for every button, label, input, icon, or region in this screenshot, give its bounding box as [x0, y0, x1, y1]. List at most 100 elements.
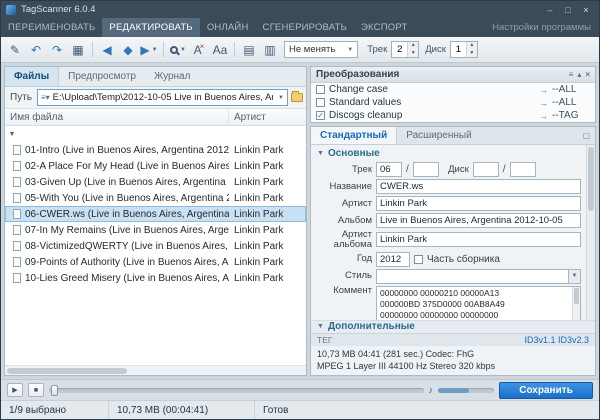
- table-row[interactable]: 08-VictimizedQWERTY (Live in Buenos Aire…: [5, 238, 306, 254]
- checkbox-checked[interactable]: ✓: [316, 111, 325, 120]
- columns-button[interactable]: ▦: [68, 40, 88, 60]
- tab-log[interactable]: Журнал: [145, 67, 200, 86]
- search-button[interactable]: ▼: [168, 40, 188, 60]
- vertical-scrollbar[interactable]: [586, 145, 595, 320]
- play-button[interactable]: ▶: [7, 383, 23, 397]
- track-stepper[interactable]: 2 ▲▼: [391, 41, 419, 58]
- column-filename[interactable]: Имя файла: [5, 109, 229, 125]
- scrollbar-thumb[interactable]: [574, 288, 579, 304]
- table-row[interactable]: 01-Intro (Live in Buenos Aires, Argentin…: [5, 142, 306, 158]
- arrow-up-icon[interactable]: ▲: [408, 42, 418, 50]
- menu-online[interactable]: ОНЛАЙН: [200, 18, 256, 37]
- tag-version-select[interactable]: Не менять ▼: [284, 41, 358, 58]
- seek-thumb[interactable]: [51, 385, 58, 396]
- disc-stepper[interactable]: 1 ▲▼: [450, 41, 478, 58]
- album-artist-input[interactable]: Linkin Park: [376, 232, 581, 247]
- arrow-down-icon[interactable]: ▼: [467, 50, 477, 58]
- prev-file-button[interactable]: ◀: [97, 40, 117, 60]
- table-row[interactable]: 07-In My Remains (Live in Buenos Aires, …: [5, 222, 306, 238]
- comment-input[interactable]: 00000000 00000210 00000A13 000000BD 375D…: [376, 286, 581, 320]
- collapse-icon[interactable]: ▴: [577, 70, 581, 79]
- transform-menu-icon[interactable]: ≡: [569, 70, 574, 79]
- chevron-down-icon[interactable]: ▼: [278, 95, 284, 101]
- tab-extended[interactable]: Расширенный: [397, 127, 480, 144]
- group-row[interactable]: ▼: [5, 126, 306, 142]
- transform-item[interactable]: Change case → --ALL: [311, 83, 595, 96]
- table-row[interactable]: 10-Lies Greed Misery (Live in Buenos Air…: [5, 270, 306, 286]
- next-file-button[interactable]: ▶▼: [139, 40, 159, 60]
- apply-tags-button[interactable]: ◆: [118, 40, 138, 60]
- arrow-up-icon[interactable]: ▲: [467, 42, 477, 50]
- group-collapse-icon[interactable]: ▼: [5, 131, 19, 138]
- prev-file-icon: ◀: [102, 43, 111, 57]
- disc-total-input[interactable]: [510, 162, 536, 177]
- menu-edit[interactable]: РЕДАКТИРОВАТЬ: [102, 18, 199, 37]
- scrollbar-thumb[interactable]: [7, 368, 127, 374]
- rename-button[interactable]: ✎: [5, 40, 25, 60]
- app-window: TagScanner 6.0.4 – □ × ПЕРЕИМЕНОВАТЬ РЕД…: [0, 0, 600, 420]
- file-artist: Linkin Park: [229, 145, 306, 156]
- checkbox[interactable]: [316, 98, 325, 107]
- remove-tags-button[interactable]: A×: [189, 40, 209, 60]
- path-menu-icon[interactable]: ≡▾: [41, 93, 50, 102]
- disc-input[interactable]: [473, 162, 499, 177]
- path-input[interactable]: ≡▾ E:\Upload\Temp\2012-10-05 Live in Bue…: [37, 89, 288, 106]
- chevron-down-icon[interactable]: ▼: [569, 269, 581, 284]
- stop-button[interactable]: ■: [28, 383, 44, 397]
- maximize-button[interactable]: □: [560, 3, 576, 16]
- transform-item[interactable]: Standard values → --ALL: [311, 96, 595, 109]
- stepper-arrows[interactable]: ▲▼: [466, 42, 477, 57]
- title-input[interactable]: CWER.ws: [376, 179, 581, 194]
- year-input[interactable]: 2012: [376, 252, 410, 267]
- minimize-button[interactable]: –: [542, 3, 558, 16]
- scrollbar-thumb[interactable]: [588, 147, 594, 211]
- section-more[interactable]: ▼Дополнительные: [311, 320, 595, 333]
- browse-folder-button[interactable]: [291, 93, 303, 102]
- track-label: Трек: [316, 165, 372, 175]
- toolbar: ✎ ↶ ↷ ▦ ◀ ◆ ▶▼ ▼ A× Aa ▤ ▥ Не менять ▼ Т…: [1, 37, 599, 63]
- redo-button[interactable]: ↷: [47, 40, 67, 60]
- title-row: Название CWER.ws: [316, 179, 581, 194]
- file-artist: Linkin Park: [229, 241, 306, 252]
- genre-input[interactable]: [376, 269, 569, 284]
- stepper-arrows[interactable]: ▲▼: [407, 42, 418, 57]
- status-bar: 1/9 выбрано 10,73 MB (00:04:41) Готов: [1, 400, 599, 419]
- table-row-selected[interactable]: 06-CWER.ws (Live in Buenos Aires, Argent…: [5, 206, 306, 222]
- checkbox[interactable]: [316, 85, 325, 94]
- edit-tags-button[interactable]: Aa: [210, 40, 230, 60]
- horizontal-scrollbar[interactable]: [5, 365, 306, 375]
- track-input[interactable]: 06: [376, 162, 402, 177]
- menu-rename[interactable]: ПЕРЕИМЕНОВАТЬ: [1, 18, 102, 37]
- tab-preview[interactable]: Предпросмотр: [59, 67, 145, 86]
- transform-item[interactable]: ✓ Discogs cleanup → --TAG: [311, 109, 595, 122]
- seek-slider[interactable]: [49, 388, 424, 393]
- track-spinner-label: Трек: [367, 44, 387, 55]
- comment-scrollbar[interactable]: [572, 287, 580, 320]
- save-button[interactable]: Сохранить: [499, 382, 593, 399]
- artist-input[interactable]: Linkin Park: [376, 196, 581, 211]
- column-artist[interactable]: Артист: [229, 109, 306, 125]
- volume-slider[interactable]: [438, 388, 494, 393]
- table-row[interactable]: 05-With You (Live in Buenos Aires, Argen…: [5, 190, 306, 206]
- track-total-input[interactable]: [413, 162, 439, 177]
- menu-program-settings[interactable]: Настройки программы: [484, 18, 599, 37]
- close-button[interactable]: ×: [578, 3, 594, 16]
- table-row[interactable]: 02-A Place For My Head (Live in Buenos A…: [5, 158, 306, 174]
- tag-versions: ID3v1.1 ID3v2.3: [524, 335, 589, 345]
- file-artist: Linkin Park: [229, 257, 306, 268]
- album-input[interactable]: Live in Buenos Aires, Argentina 2012-10-…: [376, 213, 581, 228]
- table-row[interactable]: 03-Given Up (Live in Buenos Aires, Argen…: [5, 174, 306, 190]
- menu-generate[interactable]: СГЕНЕРИРОВАТЬ: [256, 18, 354, 37]
- panel-layout-icon[interactable]: ▢: [577, 127, 595, 144]
- arrow-down-icon[interactable]: ▼: [408, 50, 418, 58]
- tab-files[interactable]: Файлы: [5, 67, 59, 86]
- section-main[interactable]: ▼Основные: [311, 147, 586, 160]
- info-panel-button[interactable]: ▥: [260, 40, 280, 60]
- playlist-button[interactable]: ▤: [239, 40, 259, 60]
- undo-button[interactable]: ↶: [26, 40, 46, 60]
- close-icon[interactable]: ×: [585, 70, 590, 79]
- menu-export[interactable]: ЭКСПОРТ: [354, 18, 414, 37]
- tab-standard[interactable]: Стандартный: [311, 127, 397, 144]
- table-row[interactable]: 09-Points of Authority (Live in Buenos A…: [5, 254, 306, 270]
- compilation-checkbox[interactable]: [414, 255, 423, 264]
